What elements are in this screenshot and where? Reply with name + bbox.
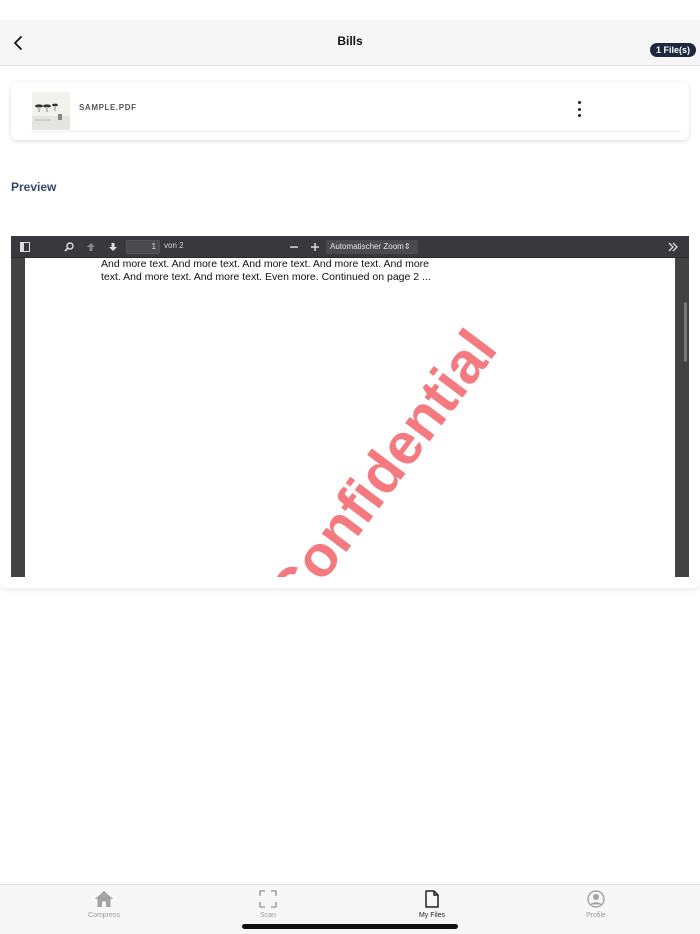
home-indicator (242, 924, 458, 929)
nav-bar: Bills 1 File(s) (0, 20, 700, 66)
pdf-toolbar: 1 von 2 Automatischer Zoom⇕ (11, 236, 689, 258)
file-count-badge: 1 File(s) (649, 43, 696, 57)
tab-scan[interactable]: Scan (218, 889, 318, 923)
previous-page-icon[interactable] (83, 239, 99, 255)
zoom-in-icon[interactable] (307, 239, 323, 255)
more-options-icon[interactable] (573, 101, 585, 117)
status-bar (0, 0, 700, 20)
tab-label: Scan (260, 912, 276, 919)
app-screen: Bills 1 File(s) SAMPLE.PDF Preview 1 von… (0, 0, 700, 934)
tab-profile[interactable]: Profile (546, 889, 646, 923)
tab-label: Compress (88, 912, 120, 919)
zoom-out-icon[interactable] (286, 239, 302, 255)
preview-heading: Preview (11, 180, 57, 194)
pdf-viewer: 1 von 2 Automatischer Zoom⇕ And more tex… (11, 236, 689, 577)
search-icon[interactable] (61, 239, 77, 255)
pdf-page: And more text. And more text. And more t… (25, 258, 675, 577)
confidential-watermark: Confidential (255, 318, 510, 577)
zoom-select[interactable]: Automatischer Zoom⇕ (326, 240, 418, 254)
file-name: SAMPLE.PDF (79, 103, 137, 112)
scan-icon (218, 889, 318, 909)
sidebar-toggle-icon[interactable] (17, 239, 33, 255)
tab-my-files[interactable]: My Files (382, 889, 482, 923)
tab-label: Profile (586, 912, 606, 919)
page-title: Bills (337, 34, 363, 48)
file-icon (382, 889, 482, 909)
pdf-content-area[interactable]: And more text. And more text. And more t… (11, 258, 689, 577)
divider (31, 131, 681, 132)
zoom-select-label: Automatischer Zoom (330, 242, 404, 251)
tools-menu-icon[interactable] (663, 239, 683, 255)
home-icon (54, 889, 154, 909)
profile-icon (546, 889, 646, 909)
page-count-label: von 2 (164, 241, 184, 250)
select-arrows-icon: ⇕ (403, 242, 411, 251)
preview-panel: 1 von 2 Automatischer Zoom⇕ And more tex… (0, 226, 700, 588)
file-card[interactable]: SAMPLE.PDF (11, 82, 689, 140)
next-page-icon[interactable] (105, 239, 121, 255)
viewer-scrollbar[interactable] (684, 302, 687, 362)
tab-compress[interactable]: Compress (54, 889, 154, 923)
page-number-input[interactable]: 1 (126, 240, 160, 254)
pdf-body-text: And more text. And more text. And more t… (101, 258, 431, 283)
tab-label: My Files (418, 912, 446, 919)
file-thumbnail (32, 92, 70, 130)
